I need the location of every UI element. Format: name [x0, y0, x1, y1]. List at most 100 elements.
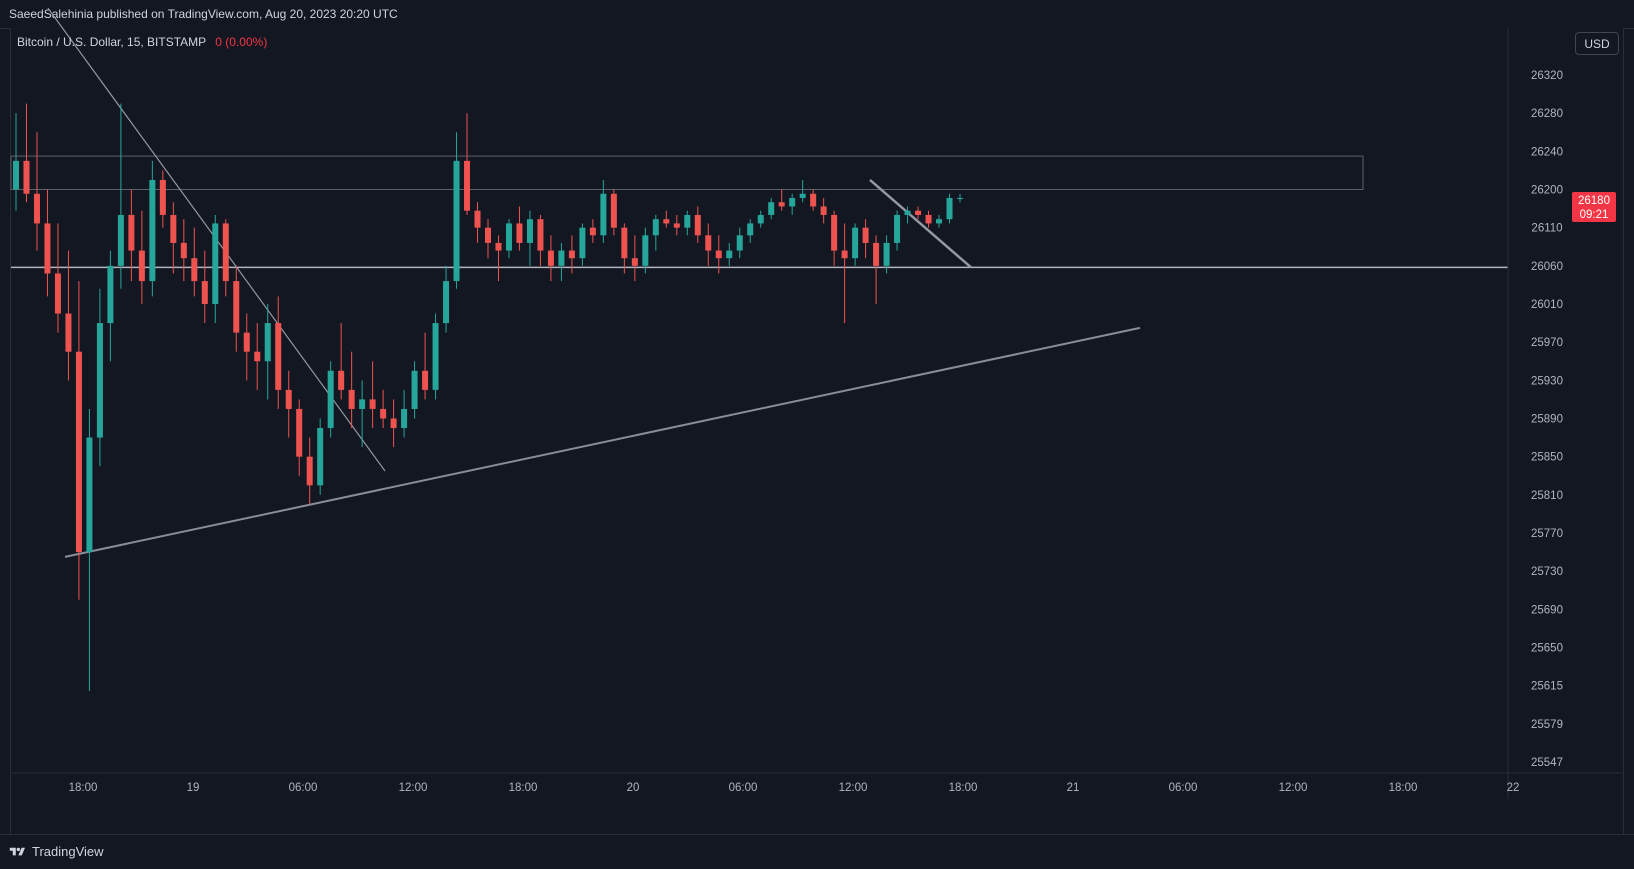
candle	[789, 193, 796, 215]
symbol-legend[interactable]: Bitcoin / U.S. Dollar, 15, BITSTAMP 0 (0…	[17, 35, 267, 49]
x-tick-label: 18:00	[69, 782, 98, 794]
candle	[327, 361, 334, 438]
candle	[254, 323, 261, 390]
candle	[474, 202, 481, 243]
candle	[673, 214, 680, 236]
candle	[317, 418, 324, 495]
candle	[275, 296, 282, 409]
y-tick-label: 26010	[1531, 299, 1563, 311]
candle	[222, 219, 229, 297]
candle	[180, 219, 187, 282]
axes: 26320 26280 26240 26200 26110 26060 26010 25970…	[10, 28, 1622, 799]
candle	[747, 219, 754, 243]
candle	[485, 219, 491, 259]
candle	[778, 189, 785, 211]
price-chart[interactable]: 26320 26280 26240 26200 26110 26060 26010 25970…	[0, 0, 1634, 869]
brand-label: TradingView	[32, 844, 104, 859]
y-tick-label: 25850	[1531, 452, 1563, 464]
ascending-trendline[interactable]	[64, 326, 1141, 558]
y-tick-label: 26240	[1531, 146, 1563, 158]
y-tick-label: 26110	[1531, 223, 1562, 235]
x-tick-label: 06:00	[289, 782, 318, 794]
candle	[873, 235, 880, 304]
candle	[852, 223, 859, 266]
tradingview-logo[interactable]: TradingView	[9, 844, 104, 859]
candle	[915, 206, 922, 220]
candle	[243, 313, 250, 381]
x-tick-label: 22	[1507, 782, 1520, 794]
candle	[23, 103, 30, 203]
candle	[736, 227, 743, 259]
candle	[768, 197, 775, 220]
candle	[516, 206, 523, 251]
candle	[684, 210, 691, 236]
candle	[138, 210, 145, 304]
currency-button[interactable]: USD	[1575, 32, 1619, 55]
candle	[694, 206, 701, 243]
y-tick-label: 26060	[1531, 261, 1563, 273]
candle	[820, 197, 827, 224]
candle	[757, 210, 764, 228]
y-tick-label: 26320	[1531, 70, 1563, 82]
candle	[13, 113, 19, 211]
candle	[579, 223, 586, 266]
candle	[894, 210, 901, 251]
x-tick-label: 18:00	[1389, 782, 1418, 794]
candle	[705, 223, 712, 266]
x-tick-label: 12:00	[1279, 782, 1308, 794]
y-tick-label: 25970	[1531, 337, 1563, 349]
y-tick-label: 25690	[1531, 604, 1563, 616]
candle	[621, 223, 628, 274]
candle	[306, 437, 313, 505]
y-tick-label: 25615	[1531, 681, 1563, 693]
candle	[936, 214, 943, 228]
y-tick-label: 25650	[1531, 643, 1563, 655]
candle	[799, 179, 806, 203]
candle	[191, 227, 198, 297]
candle	[411, 361, 418, 419]
y-tick-label: 26280	[1531, 108, 1563, 120]
candle	[495, 235, 502, 282]
candle	[86, 408, 93, 691]
candle	[946, 193, 953, 224]
y-tick-label: 25579	[1531, 719, 1563, 731]
candle	[390, 399, 397, 448]
candle	[631, 235, 638, 282]
candle	[117, 103, 124, 289]
candle	[464, 113, 471, 215]
candle	[296, 399, 303, 476]
resistance-zone[interactable]	[10, 155, 1364, 191]
candle	[726, 242, 733, 266]
candle	[652, 214, 659, 251]
candle	[44, 189, 51, 297]
x-tick-label: 21	[1067, 782, 1080, 794]
y-tick-label: 25547	[1531, 757, 1563, 769]
price-change: 0 (0.00%)	[215, 35, 268, 49]
bar-countdown: 09:21	[1580, 209, 1609, 221]
candle	[558, 242, 565, 282]
current-price-value: 26180	[1578, 195, 1610, 207]
candle	[264, 304, 271, 400]
candle	[610, 189, 617, 236]
candle	[212, 214, 219, 324]
candle	[841, 223, 848, 324]
candle	[547, 235, 554, 282]
candle	[925, 210, 932, 228]
y-tick-label: 25930	[1531, 375, 1563, 387]
chart-window: SaeedSalehinia published on TradingView.…	[0, 0, 1634, 869]
x-tick-label: 20	[627, 782, 640, 794]
y-tick-label: 25770	[1531, 528, 1563, 540]
x-tick-label: 06:00	[729, 782, 758, 794]
tradingview-logo-icon	[9, 847, 25, 855]
candle	[589, 219, 596, 243]
candle	[505, 219, 512, 259]
candle	[432, 313, 439, 400]
candle	[422, 332, 429, 400]
candle	[233, 265, 240, 352]
candle	[443, 265, 450, 333]
candle	[831, 210, 838, 266]
candle	[285, 370, 292, 438]
current-price-label: 26180 09:21	[1572, 191, 1616, 222]
y-tick-label: 26200	[1531, 185, 1563, 197]
candle	[33, 132, 40, 251]
